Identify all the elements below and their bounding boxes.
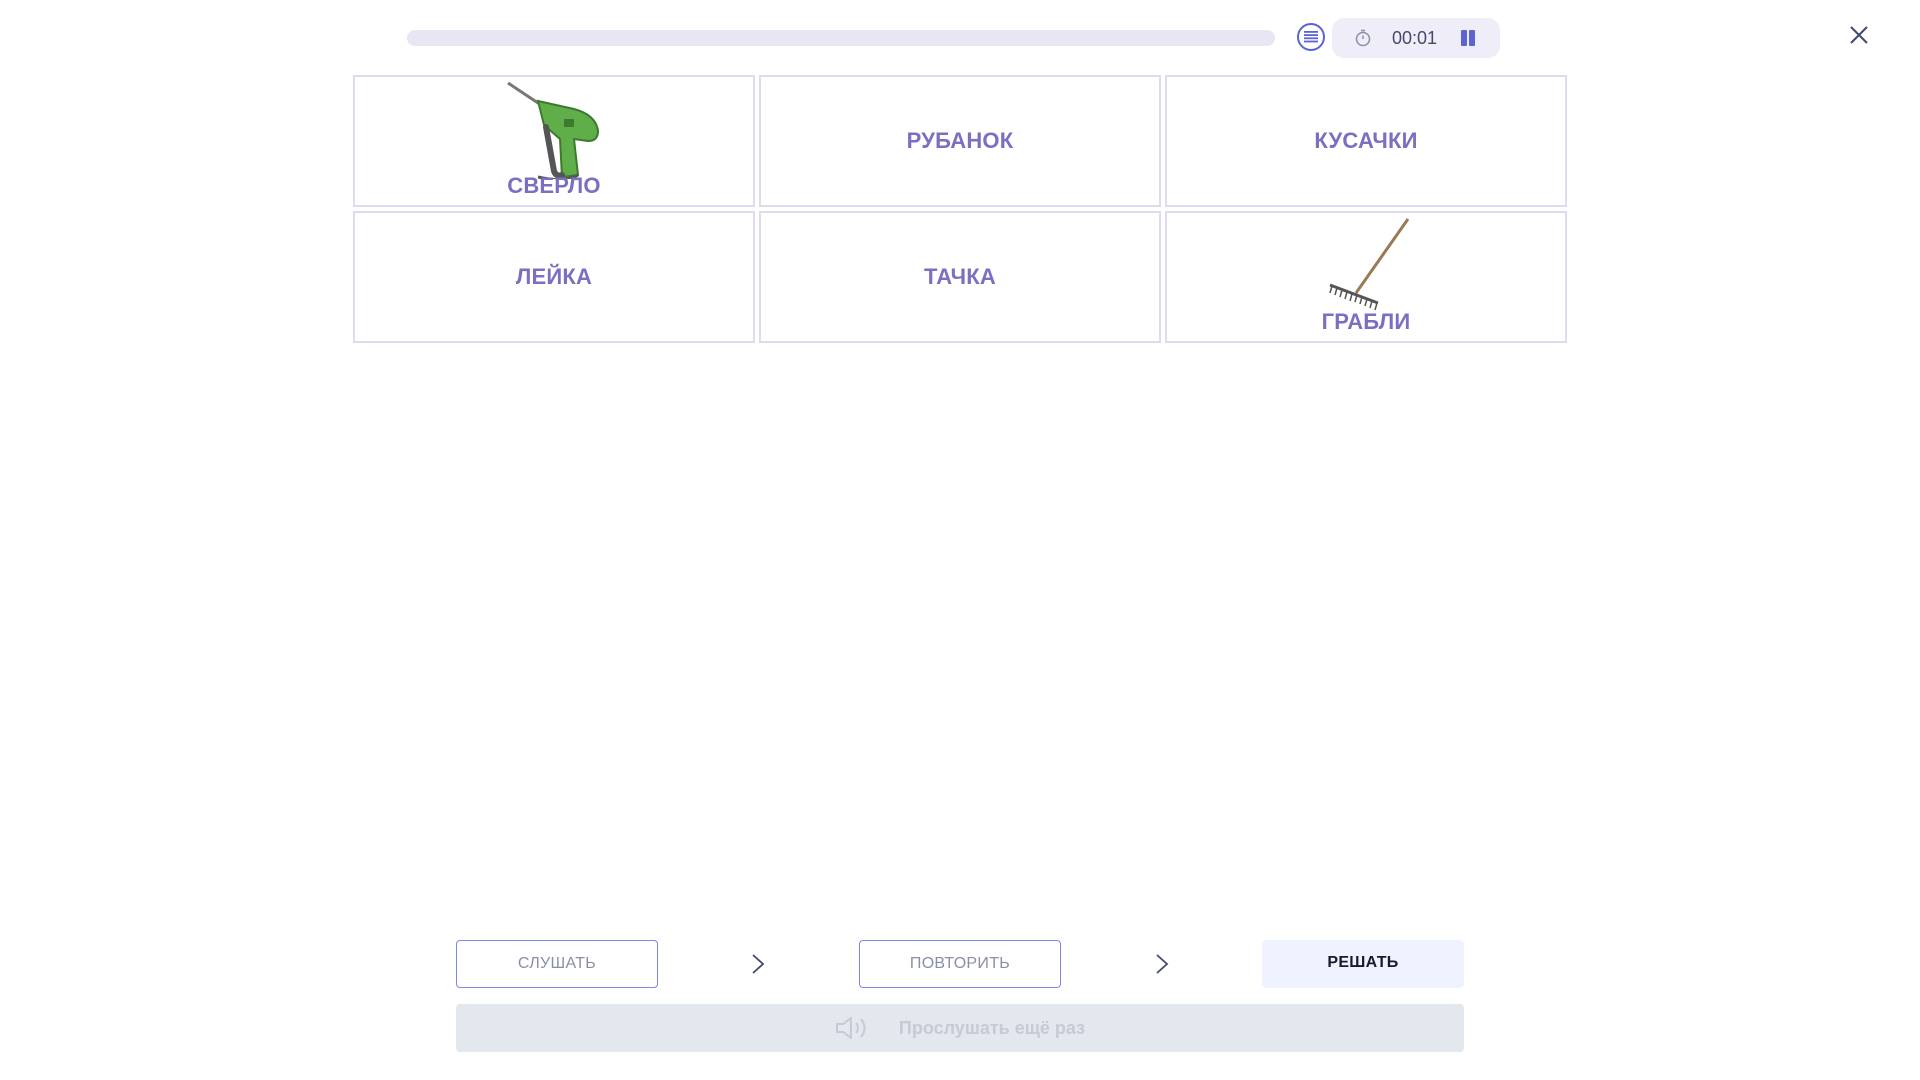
- close-icon[interactable]: [1848, 24, 1870, 46]
- repeat-button[interactable]: ПОВТОРИТЬ: [859, 940, 1061, 988]
- word-grid: СВЕРЛО РУБАНОК КУСАЧКИ ЛЕЙКА ТАЧКА ГРАБЛ…: [353, 75, 1567, 343]
- listen-again-button[interactable]: Прослушать ещё раз: [456, 1004, 1464, 1052]
- card-grabli[interactable]: ГРАБЛИ: [1165, 211, 1567, 343]
- card-label: ТАЧКА: [923, 264, 997, 289]
- card-kusachki[interactable]: КУСАЧКИ: [1165, 75, 1567, 207]
- rake-icon: [1329, 218, 1410, 311]
- card-label: КУСАЧКИ: [1314, 128, 1418, 153]
- listen-button[interactable]: СЛУШАТЬ: [456, 940, 658, 988]
- list-icon: [1304, 31, 1318, 43]
- card-label: РУБАНОК: [906, 128, 1014, 153]
- speaker-icon: [835, 1017, 866, 1039]
- chevron-right-icon: [1156, 954, 1169, 974]
- chevron-right-icon: [752, 954, 765, 974]
- solve-button[interactable]: РЕШАТЬ: [1262, 940, 1464, 988]
- timer-value: 00:01: [1392, 28, 1438, 48]
- pause-icon: [1461, 30, 1467, 46]
- task-list-button[interactable]: [1297, 23, 1325, 51]
- card-tachka[interactable]: ТАЧКА: [759, 211, 1161, 343]
- stopwatch-icon: [1355, 29, 1371, 47]
- listen-again-label: Прослушать ещё раз: [898, 1017, 1086, 1038]
- card-label: ЛЕЙКА: [515, 264, 593, 289]
- card-sverlo[interactable]: СВЕРЛО: [353, 75, 755, 207]
- card-leika[interactable]: ЛЕЙКА: [353, 211, 755, 343]
- timer: 00:01: [1332, 18, 1500, 58]
- pause-button[interactable]: [1458, 28, 1478, 48]
- drill-icon: [507, 81, 600, 179]
- card-label: СВЕРЛО: [507, 173, 601, 198]
- card-rubanok[interactable]: РУБАНОК: [759, 75, 1161, 207]
- card-label: ГРАБЛИ: [1321, 309, 1411, 334]
- pause-icon-bar: [1469, 30, 1475, 46]
- progress-bar: [407, 30, 1275, 46]
